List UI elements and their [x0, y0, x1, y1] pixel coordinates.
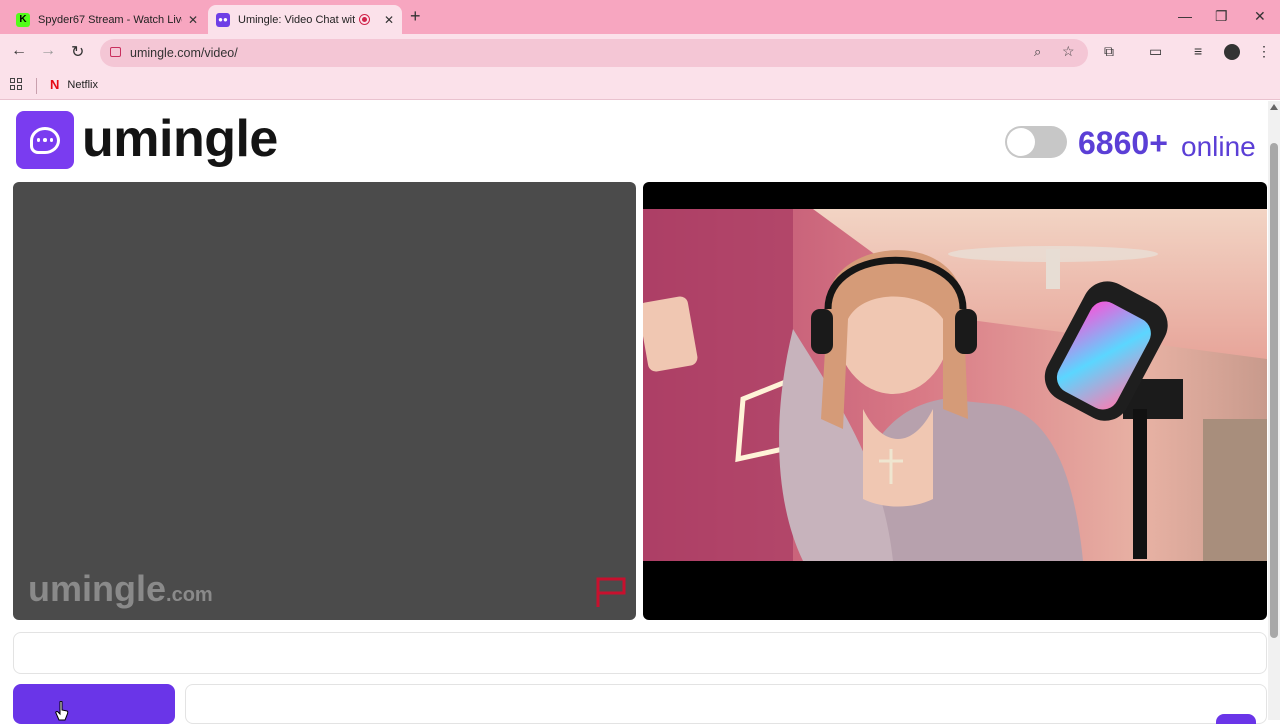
page-scrollbar[interactable] [1268, 101, 1280, 720]
media-controls-icon[interactable]: ≡ [1194, 43, 1202, 59]
start-button[interactable] [13, 684, 175, 724]
tab-umingle[interactable]: ●● Umingle: Video Chat with Str ✕ [208, 5, 402, 34]
apps-grid-icon[interactable] [10, 78, 22, 90]
stranger-video-feed [643, 209, 1267, 561]
address-bar[interactable]: umingle.com/video/ ⌕ ☆ [100, 39, 1088, 67]
report-flag-icon[interactable] [594, 575, 628, 609]
browser-toolbar: ← → ↻ umingle.com/video/ ⌕ ☆ ⧉ ▭ ≡ ⋮ [0, 34, 1280, 72]
mode-toggle[interactable] [1005, 126, 1067, 158]
chat-log-area[interactable] [13, 632, 1267, 674]
tab-title: Spyder67 Stream - Watch Live on [38, 13, 182, 26]
bookmark-label: Netflix [67, 78, 98, 91]
mouse-pointer-icon [55, 701, 69, 721]
tab-close-icon[interactable]: ✕ [188, 13, 198, 27]
url-text[interactable]: umingle.com/video/ [130, 46, 238, 60]
tab-kick-stream[interactable]: K Spyder67 Stream - Watch Live on ✕ [8, 5, 206, 34]
umingle-logo-icon[interactable] [16, 111, 74, 169]
bookmark-star-icon[interactable]: ☆ [1062, 43, 1075, 60]
zoom-icon[interactable]: ⌕ [1034, 44, 1041, 60]
cast-icon[interactable]: ▭ [1149, 43, 1162, 60]
local-video-panel: umingle.com [13, 182, 636, 620]
reload-button[interactable]: ↻ [71, 42, 84, 62]
minimize-button[interactable]: — [1178, 8, 1192, 24]
netflix-icon: N [50, 77, 60, 92]
bookmarks-divider [36, 78, 37, 94]
bookmarks-bar: N Netflix [0, 72, 1280, 100]
menu-kebab-icon[interactable]: ⋮ [1257, 43, 1271, 60]
site-logo-text[interactable]: umingle [82, 109, 278, 169]
umingle-favicon-icon: ●● [216, 12, 230, 27]
bookmark-netflix[interactable]: N Netflix [50, 77, 98, 92]
forward-button[interactable]: → [40, 42, 56, 60]
tab-strip: K Spyder67 Stream - Watch Live on ✕ ●● U… [0, 0, 1280, 34]
camera-permission-icon[interactable] [110, 47, 121, 57]
send-button[interactable] [1216, 714, 1256, 724]
kick-favicon-icon: K [16, 12, 30, 27]
extensions-icon[interactable]: ⧉ [1104, 43, 1114, 60]
online-count: 6860+ [1078, 125, 1168, 161]
scrollbar-thumb[interactable] [1270, 143, 1278, 638]
scroll-up-arrow-icon[interactable] [1270, 104, 1278, 110]
profile-avatar[interactable] [1224, 44, 1240, 60]
new-tab-button[interactable]: + [410, 6, 421, 27]
window-close-button[interactable]: ✕ [1254, 8, 1266, 25]
page-content: umingle 6860+ online umingle.com [0, 101, 1268, 724]
stranger-video-panel [643, 182, 1267, 620]
tab-title: Umingle: Video Chat with Str [238, 13, 355, 26]
message-input[interactable] [185, 684, 1267, 724]
online-label: online [1181, 131, 1256, 162]
back-button[interactable]: ← [11, 42, 27, 60]
video-watermark: umingle.com [28, 568, 213, 609]
maximize-button[interactable]: ❐ [1215, 8, 1228, 25]
tab-close-icon[interactable]: ✕ [384, 13, 394, 27]
recording-indicator-icon [358, 14, 370, 25]
